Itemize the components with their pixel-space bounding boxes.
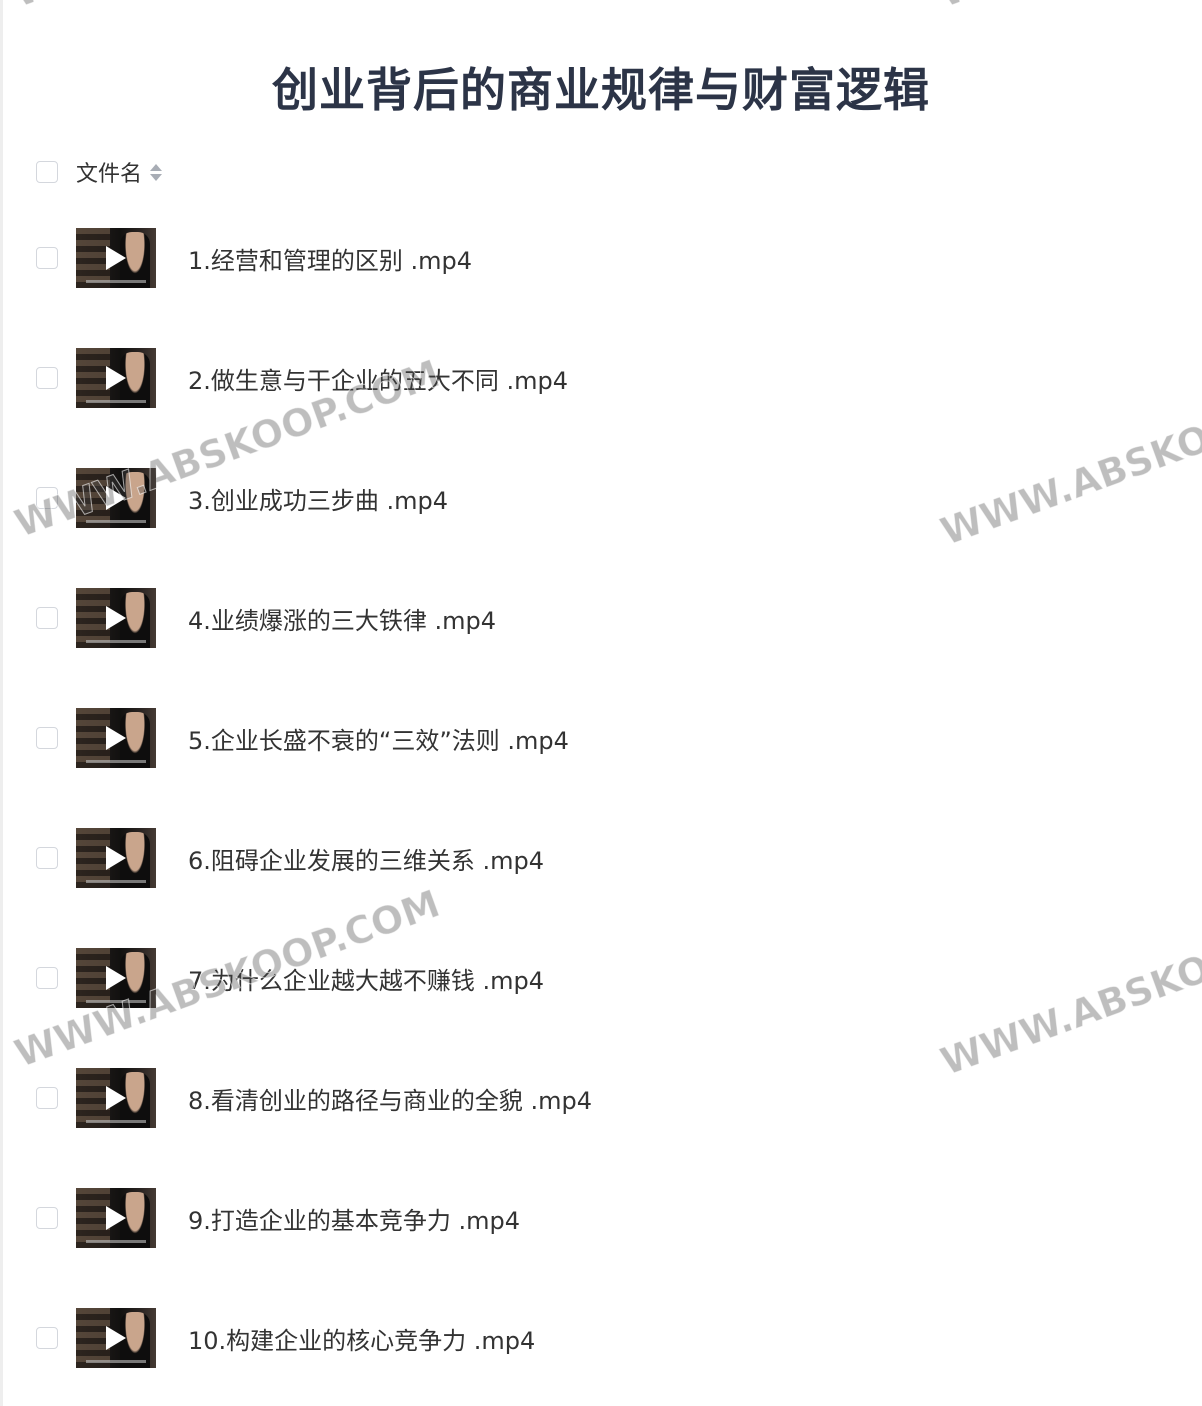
file-checkbox[interactable] [36,727,58,749]
watermark-text: WW [6,0,101,17]
play-icon [106,1326,126,1350]
video-thumbnail[interactable] [76,708,156,768]
file-name[interactable]: 7.为什么企业越大越不赚钱 .mp4 [188,961,544,996]
video-thumbnail[interactable] [76,1308,156,1368]
file-name[interactable]: 6.阻碍企业发展的三维关系 .mp4 [188,841,544,876]
file-row[interactable]: 9.打造企业的基本竞争力 .mp4 [36,1158,1156,1278]
play-icon [106,966,126,990]
play-icon [106,726,126,750]
file-name[interactable]: 10.构建企业的核心竞争力 .mp4 [188,1321,535,1356]
video-thumbnail[interactable] [76,588,156,648]
file-name[interactable]: 4.业绩爆涨的三大铁律 .mp4 [188,601,496,636]
file-row[interactable]: 5.企业长盛不衰的“三效”法则 .mp4 [36,678,1156,798]
file-row[interactable]: 10.构建企业的核心竞争力 .mp4 [36,1278,1156,1398]
file-name[interactable]: 8.看清创业的路径与商业的全貌 .mp4 [188,1081,592,1116]
play-icon [106,1086,126,1110]
watermark-text: WW [932,0,1027,17]
file-name[interactable]: 9.打造企业的基本竞争力 .mp4 [188,1201,520,1236]
file-checkbox[interactable] [36,487,58,509]
video-thumbnail[interactable] [76,1188,156,1248]
video-thumbnail[interactable] [76,468,156,528]
file-checkbox[interactable] [36,1327,58,1349]
play-icon [106,246,126,270]
file-checkbox[interactable] [36,1087,58,1109]
file-row[interactable]: 6.阻碍企业发展的三维关系 .mp4 [36,798,1156,918]
file-checkbox[interactable] [36,367,58,389]
file-row[interactable]: 2.做生意与干企业的五大不同 .mp4 [36,318,1156,438]
file-checkbox[interactable] [36,847,58,869]
file-checkbox[interactable] [36,1207,58,1229]
video-thumbnail[interactable] [76,828,156,888]
file-checkbox[interactable] [36,607,58,629]
page-left-edge [0,0,3,1406]
file-row[interactable]: 7.为什么企业越大越不赚钱 .mp4 [36,918,1156,1038]
select-all-checkbox[interactable] [36,161,58,183]
file-row[interactable]: 1.经营和管理的区别 .mp4 [36,198,1156,318]
video-thumbnail[interactable] [76,1068,156,1128]
play-icon [106,1206,126,1230]
file-row[interactable]: 3.创业成功三步曲 .mp4 [36,438,1156,558]
play-icon [106,486,126,510]
video-thumbnail[interactable] [76,948,156,1008]
file-list: 1.经营和管理的区别 .mp4 2.做生意与干企业的五大不同 .mp4 3.创业… [36,198,1156,1398]
file-row[interactable]: 4.业绩爆涨的三大铁律 .mp4 [36,558,1156,678]
play-icon [106,846,126,870]
sort-up-down-icon[interactable] [150,163,163,181]
page-title: 创业背后的商业规律与财富逻辑 [272,63,930,117]
file-row[interactable]: 8.看清创业的路径与商业的全貌 .mp4 [36,1038,1156,1158]
file-name[interactable]: 2.做生意与干企业的五大不同 .mp4 [188,361,568,396]
play-icon [106,366,126,390]
file-checkbox[interactable] [36,967,58,989]
video-thumbnail[interactable] [76,348,156,408]
video-thumbnail[interactable] [76,228,156,288]
file-name[interactable]: 1.经营和管理的区别 .mp4 [188,241,472,276]
file-name[interactable]: 5.企业长盛不衰的“三效”法则 .mp4 [188,721,569,756]
file-checkbox[interactable] [36,247,58,269]
file-list-header: 文件名 [36,156,163,188]
column-header-filename[interactable]: 文件名 [76,156,142,188]
play-icon [106,606,126,630]
file-name[interactable]: 3.创业成功三步曲 .mp4 [188,481,448,516]
